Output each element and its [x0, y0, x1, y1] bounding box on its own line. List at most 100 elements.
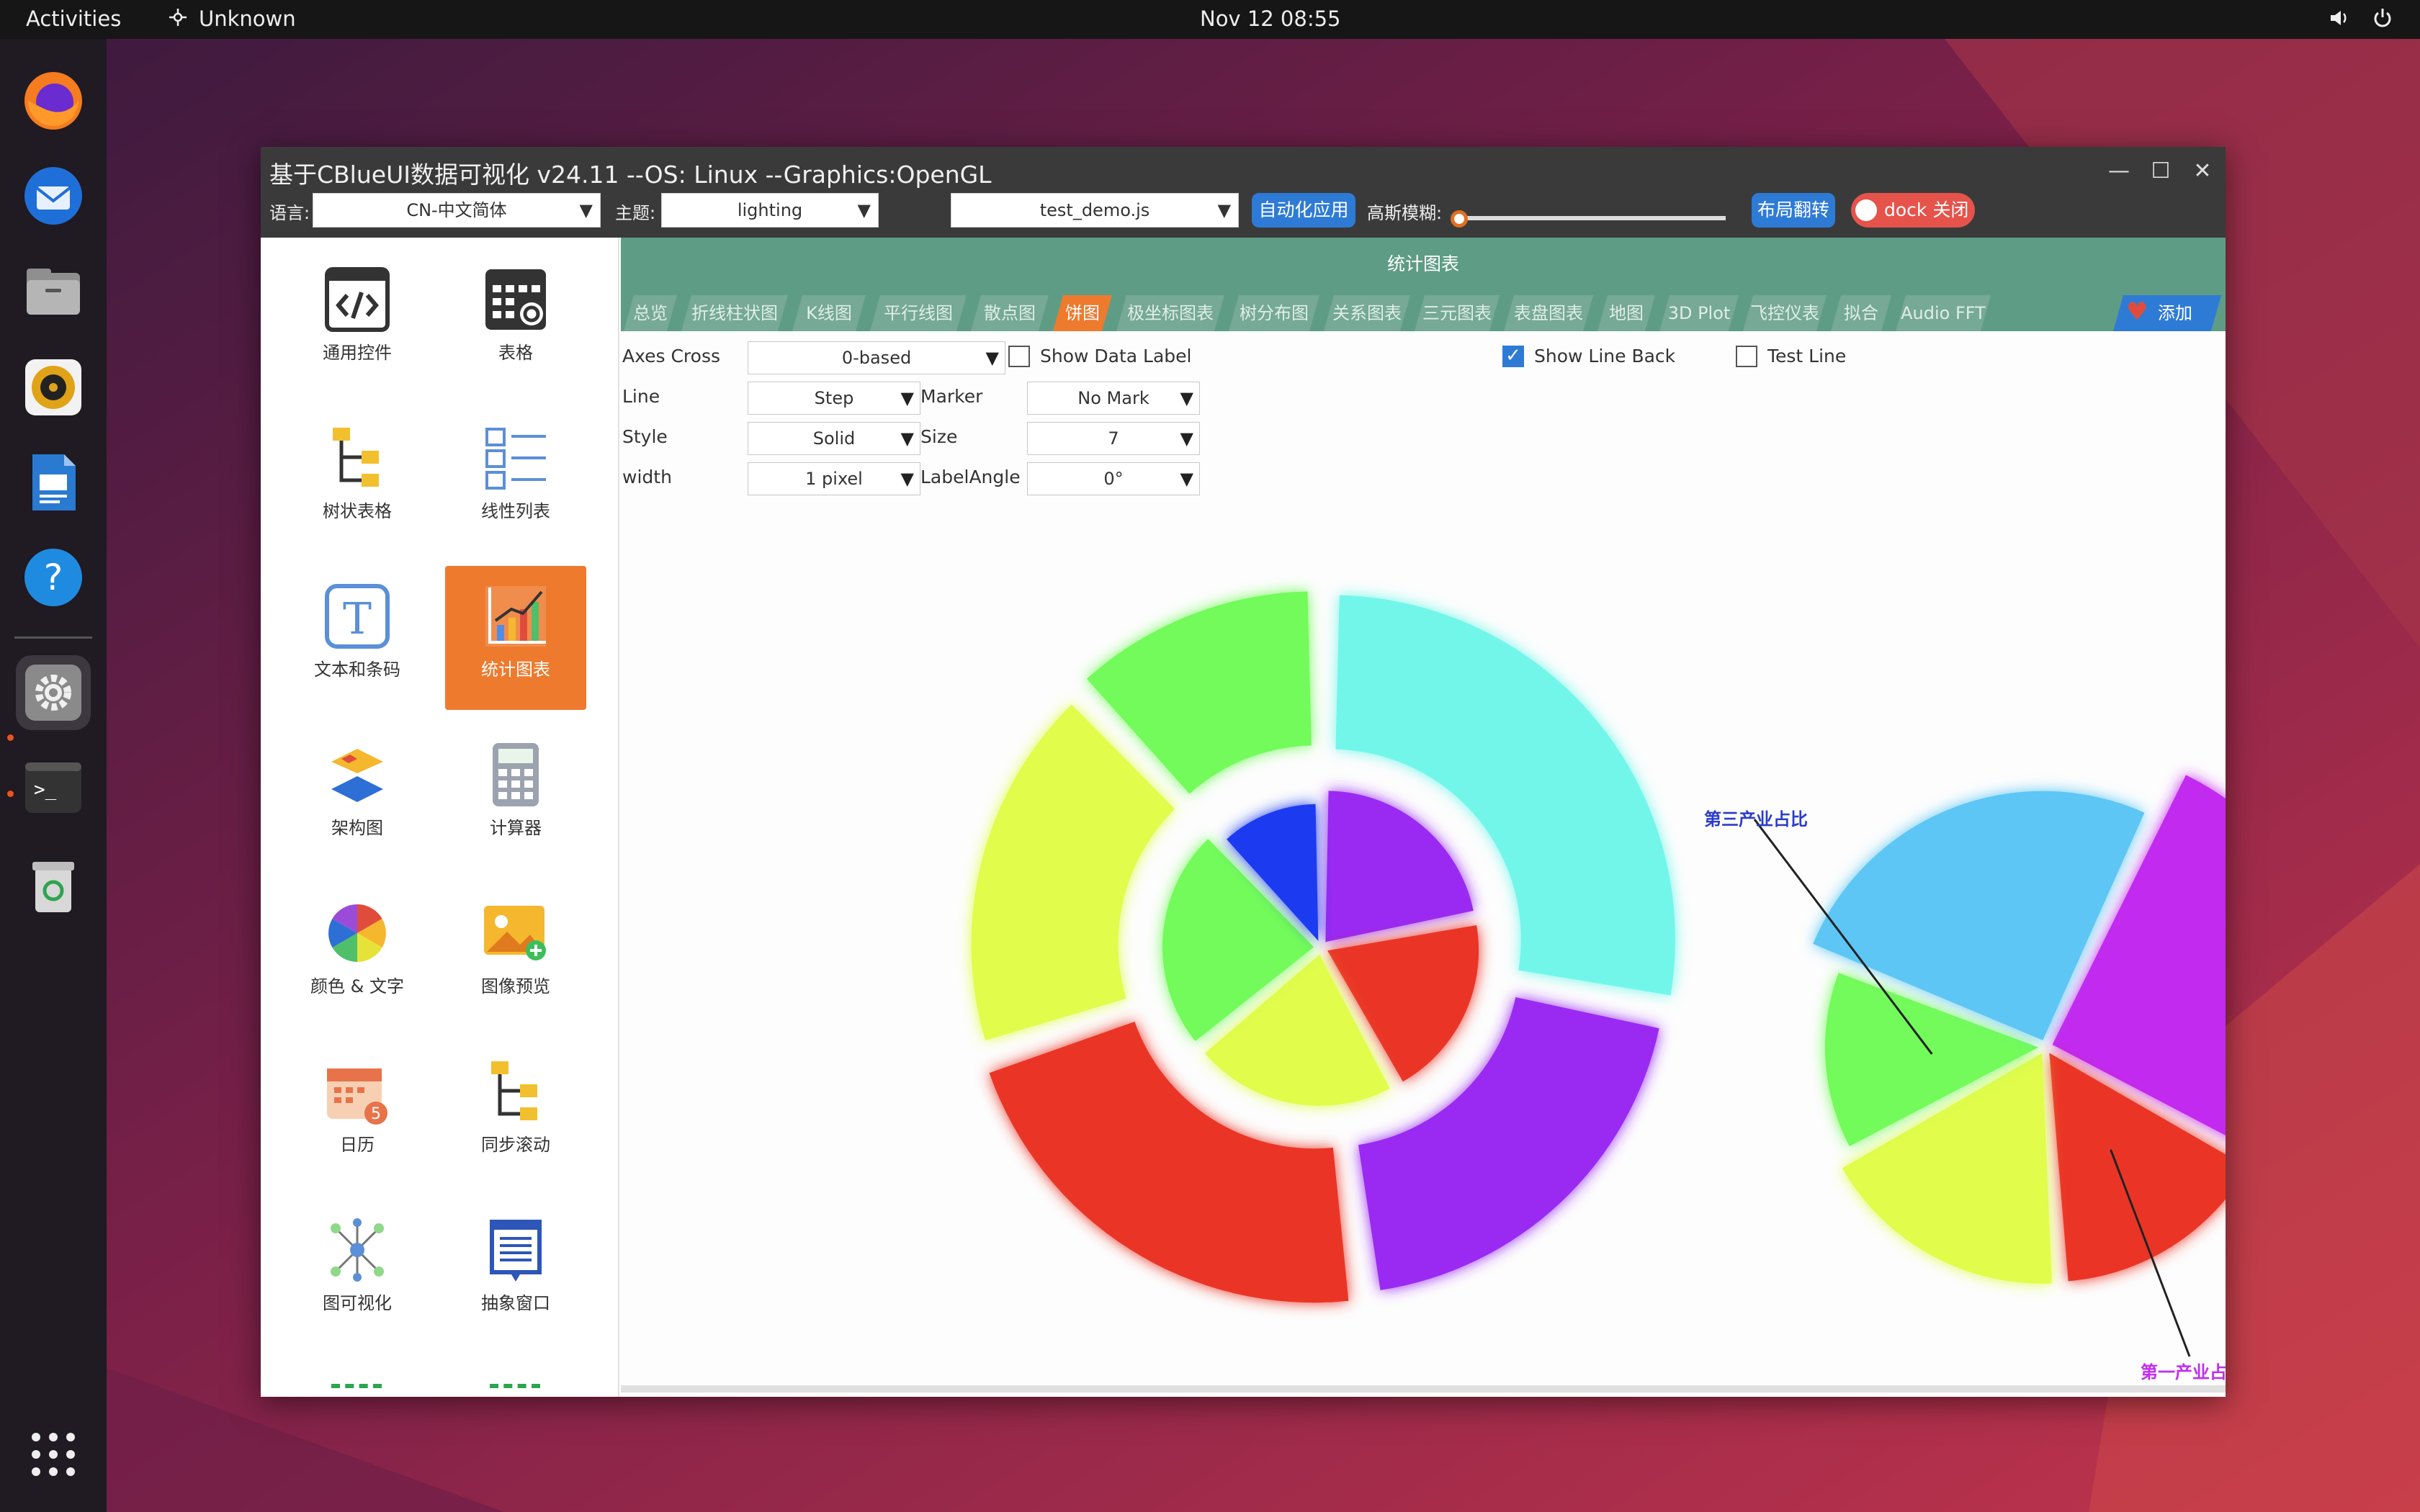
sidebar-item-label: 文本和条码: [314, 660, 400, 680]
sidebar-item-table-gear[interactable]: 表格: [445, 249, 586, 393]
dock: ? >_: [0, 39, 107, 1512]
svg-text:>_: >_: [34, 779, 57, 801]
inner-ring-slice-0[interactable]: [1325, 791, 1474, 942]
files-icon[interactable]: [16, 255, 91, 330]
dock-separator: [14, 636, 92, 639]
chevron-down-icon: ▼: [1217, 200, 1231, 220]
terminal-icon[interactable]: >_: [16, 750, 91, 825]
rose-pie-chart: 第三产业占比第一产业占比: [1704, 775, 2226, 1382]
theme-label: 主题:: [615, 203, 656, 223]
sidebar-item-color-wheel[interactable]: 颜色 & 文字: [287, 883, 428, 1027]
window-title: 基于CBlueUI数据可视化 v24.11 --OS: Linux --Grap…: [269, 161, 992, 189]
sidebar-item-label: 表格: [498, 343, 533, 363]
terminal-running-indicator: [7, 791, 14, 797]
minimize-icon[interactable]: —: [2105, 157, 2133, 186]
nested-donut-chart: [971, 591, 1675, 1303]
app-menu-icon: [167, 6, 189, 33]
apps-grid-icon[interactable]: [27, 1428, 79, 1480]
tree-table-icon: [333, 428, 379, 487]
outer-ring-slice-0[interactable]: [1335, 595, 1675, 996]
volume-icon[interactable]: [2328, 6, 2351, 35]
linear-list-icon: [485, 428, 546, 490]
color-wheel-icon: [328, 904, 386, 962]
writer-icon[interactable]: [16, 445, 91, 520]
dock-toggle[interactable]: dock 关闭: [1851, 193, 1975, 228]
abstract-window-icon: [490, 1220, 542, 1282]
code-window-icon: [325, 267, 390, 332]
annotation-label-0: 第三产业占比: [1704, 809, 1808, 829]
auto-apply-button[interactable]: 自动化应用: [1252, 193, 1355, 228]
power-icon[interactable]: [2371, 6, 2394, 35]
script-select-value: test_demo.js: [1039, 200, 1150, 220]
calculator-icon: [493, 743, 539, 806]
sidebar-item-image-preview[interactable]: 图像预览: [445, 883, 586, 1027]
sidebar-item-label: 同步滚动: [481, 1135, 550, 1155]
sidebar-item-label: 颜色 & 文字: [310, 976, 404, 996]
language-select-value: CN-中文简体: [406, 200, 507, 220]
sidebar-item-label: 通用控件: [323, 343, 392, 363]
top-bar: Activities Unknown Nov 12 08:55: [0, 0, 2420, 39]
gaussian-blur-label: 高斯模糊:: [1367, 203, 1443, 223]
gaussian-blur-slider-handle[interactable]: [1451, 210, 1468, 228]
sidebar-item-partial[interactable]: [490, 1384, 540, 1397]
statistics-chart-icon: [485, 586, 546, 647]
title-bar: 基于CBlueUI数据可视化 v24.11 --OS: Linux --Grap…: [261, 147, 2226, 238]
sidebar-item-calculator[interactable]: 计算器: [445, 724, 586, 868]
settings-running-indicator: [7, 734, 14, 741]
sidebar-item-statistics-chart[interactable]: 统计图表: [445, 566, 586, 710]
app-menu[interactable]: Unknown: [199, 6, 296, 31]
image-preview-icon: [484, 906, 546, 960]
sidebar-item-label: 线性列表: [481, 501, 550, 521]
clock[interactable]: Nov 12 08:55: [1200, 6, 1341, 31]
settings-icon[interactable]: [16, 655, 91, 730]
maximize-icon[interactable]: ☐: [2146, 157, 2175, 186]
sidebar-item-calendar[interactable]: 5 日历: [287, 1041, 428, 1185]
sidebar-item-graph-visual[interactable]: 图可视化: [287, 1200, 428, 1344]
sidebar: 通用控件 表格树状表格 线性列表 T 文本和条码 统计图表架构图 计算器颜色 & 文字 图像预…: [261, 238, 619, 1397]
sidebar-item-sync-scroll[interactable]: 同步滚动: [445, 1041, 586, 1185]
help-icon[interactable]: ?: [16, 540, 91, 615]
layout-flip-button[interactable]: 布局翻转: [1752, 193, 1835, 228]
sidebar-item-abstract-window[interactable]: 抽象窗口: [445, 1200, 586, 1344]
dock-toggle-label: dock 关闭: [1884, 199, 1969, 220]
horizontal-scrollbar[interactable]: [621, 1385, 2226, 1392]
svg-text:5: 5: [371, 1105, 381, 1123]
trash-icon[interactable]: [16, 848, 91, 923]
gaussian-blur-slider[interactable]: [1456, 216, 1726, 220]
sidebar-item-label: 图像预览: [481, 976, 550, 996]
script-select[interactable]: test_demo.js ▼: [951, 193, 1239, 228]
table-gear-icon: [485, 269, 546, 330]
sidebar-item-label: 抽象窗口: [481, 1293, 550, 1313]
language-label: 语言:: [269, 203, 310, 223]
sidebar-item-tree-table[interactable]: 树状表格: [287, 408, 428, 552]
language-select[interactable]: CN-中文简体 ▼: [313, 193, 601, 228]
sidebar-item-partial[interactable]: [331, 1384, 382, 1397]
annotation-label-1: 第一产业占比: [2141, 1362, 2226, 1382]
theme-select-value: lighting: [737, 200, 803, 220]
theme-select[interactable]: lighting ▼: [661, 193, 879, 228]
sidebar-item-label: 图可视化: [323, 1293, 392, 1313]
calendar-icon: 5: [327, 1068, 387, 1125]
thunderbird-icon[interactable]: [16, 158, 91, 233]
chevron-down-icon: ▼: [857, 200, 871, 220]
sidebar-item-label: 计算器: [490, 818, 542, 838]
sidebar-item-code-window[interactable]: 通用控件: [287, 249, 428, 393]
sidebar-item-label: 统计图表: [481, 660, 550, 680]
content-area: 统计图表 总览 折线柱状图 K线图 平行线图 散点图 饼图 极坐标图表 树分布图 关系图表 三元图…: [621, 238, 2226, 1397]
rhythmbox-icon[interactable]: [16, 350, 91, 425]
svg-text:?: ?: [44, 557, 63, 598]
outer-ring-slice-3[interactable]: [971, 704, 1175, 1040]
sync-scroll-icon: [491, 1061, 537, 1120]
pie-charts-canvas: 第三产业占比第一产业占比: [971, 591, 2226, 1382]
sidebar-item-label: 树状表格: [323, 501, 392, 521]
svg-text:T: T: [343, 594, 372, 644]
activities-button[interactable]: Activities: [26, 6, 121, 31]
sidebar-item-architecture[interactable]: 架构图: [287, 724, 428, 868]
sidebar-item-label: 架构图: [331, 818, 383, 838]
sidebar-item-text-barcode[interactable]: T 文本和条码: [287, 566, 428, 710]
app-window: 基于CBlueUI数据可视化 v24.11 --OS: Linux --Grap…: [261, 147, 2226, 1397]
sidebar-item-linear-list[interactable]: 线性列表: [445, 408, 586, 552]
sidebar-item-label: 日历: [340, 1135, 375, 1155]
close-icon[interactable]: ✕: [2188, 157, 2217, 186]
firefox-icon[interactable]: [16, 63, 91, 138]
